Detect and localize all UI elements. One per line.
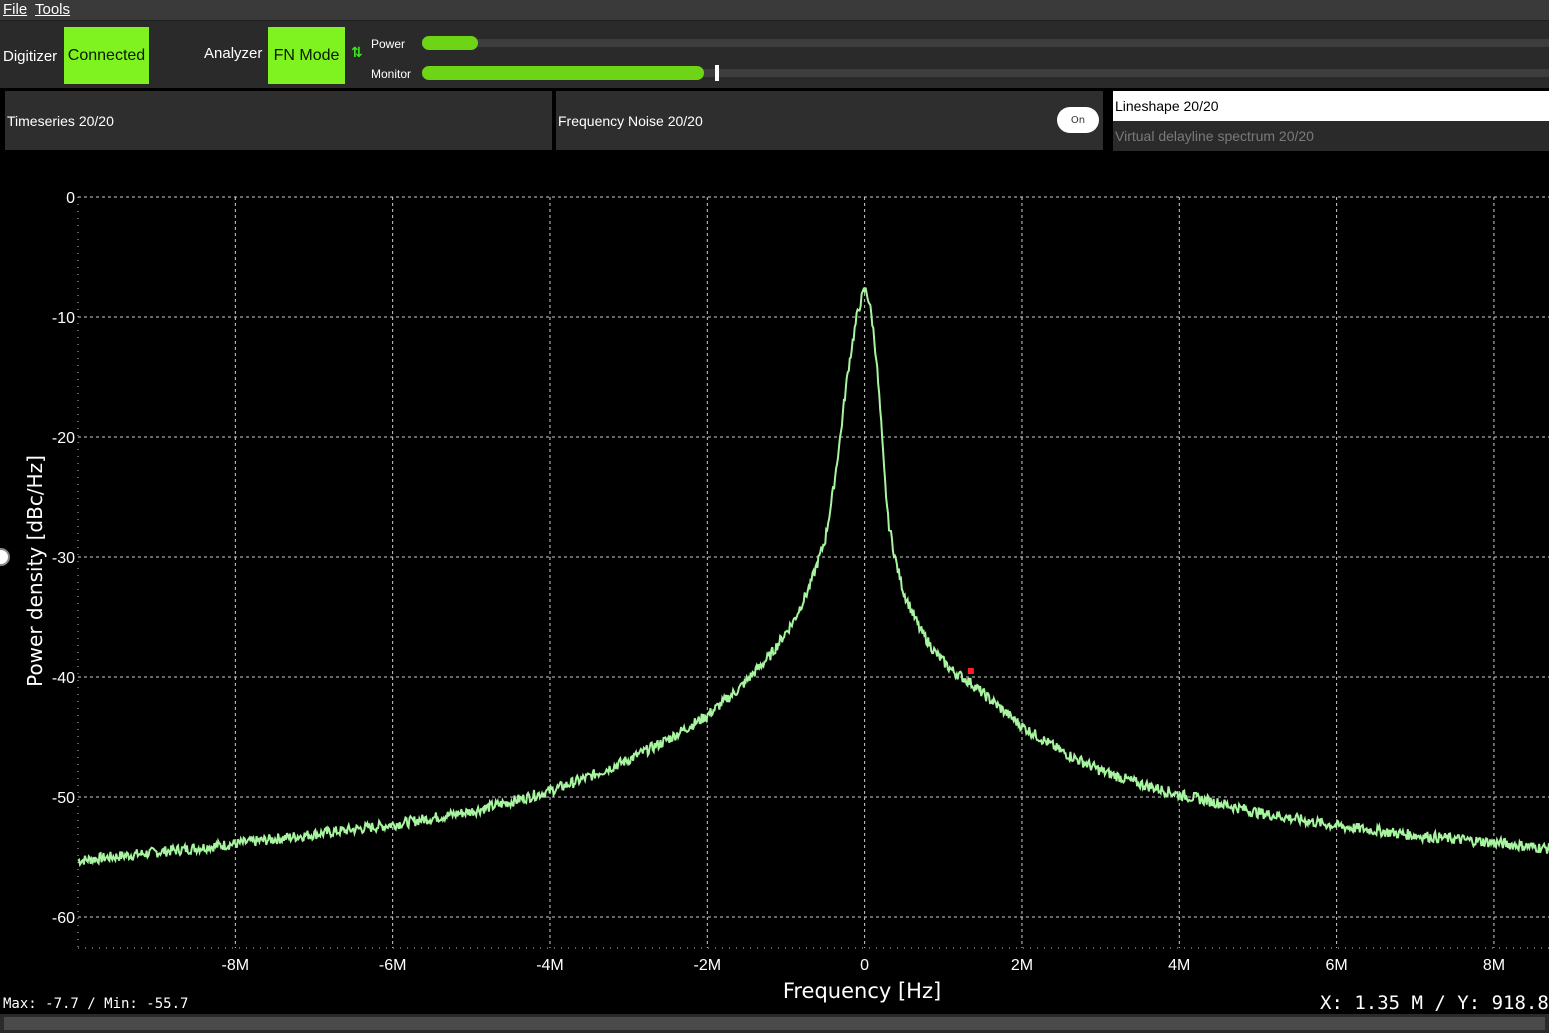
y-tick-label: -40	[52, 670, 75, 687]
lineshape-series-line	[77, 286, 1549, 868]
x-tick-label: 0	[860, 957, 869, 974]
fn-mode-button[interactable]: FN Mode	[268, 27, 345, 84]
toolbar: Digitizer Connected Analyzer FN Mode ⇅ P…	[0, 21, 1549, 88]
swap-arrows-icon[interactable]: ⇅	[351, 45, 363, 61]
lineshape-plot[interactable]: 0 -10 -20 -30 -40 -50 -60 -8M -6M -4M -2M 0 2M 4M 6M 8M…	[0, 156, 1549, 1014]
analyzer-label: Analyzer	[204, 45, 263, 62]
digitizer-label: Digitizer	[3, 48, 58, 65]
power-meter-track	[422, 39, 1549, 47]
y-axis-title: Power density [dBc/Hz]	[23, 455, 47, 687]
cursor-readout: X: 1.35 M / Y: 918.8	[1320, 992, 1549, 1014]
tab-frequency-noise-label: Frequency Noise 20/20	[558, 112, 703, 129]
scrollbar-thumb[interactable]	[4, 1017, 1545, 1030]
x-tick-label: -8M	[222, 957, 250, 974]
monitor-label: Monitor	[371, 67, 412, 81]
menu-file[interactable]: File	[3, 1, 27, 18]
x-tick-label: -2M	[694, 957, 722, 974]
dropdown-selected-lineshape[interactable]: Lineshape 20/20	[1113, 91, 1549, 121]
x-tick-label: 8M	[1483, 957, 1505, 974]
frequency-noise-toggle[interactable]: On	[1057, 107, 1099, 133]
x-tick-label: 2M	[1011, 957, 1033, 974]
y-tick-label: -50	[52, 790, 75, 807]
dropdown-option-delayline[interactable]: Virtual delayline spectrum 20/20	[1113, 121, 1549, 151]
y-tick-label: -60	[52, 910, 75, 927]
tab-timeseries[interactable]: Timeseries 20/20	[5, 91, 552, 150]
cursor-marker	[967, 668, 974, 674]
tab-frequency-noise[interactable]: Frequency Noise 20/20	[556, 91, 1103, 150]
x-axis-title: Frequency [Hz]	[783, 979, 941, 1003]
max-min-readout: Max: -7.7 / Min: -55.7	[3, 996, 189, 1012]
x-tick-label: -6M	[379, 957, 407, 974]
monitor-meter-fill	[422, 66, 704, 80]
power-label: Power	[371, 37, 406, 51]
y-tick-label: -20	[52, 430, 75, 447]
power-meter-fill	[422, 36, 479, 50]
tab-timeseries-label: Timeseries 20/20	[7, 112, 114, 129]
monitor-threshold-handle[interactable]	[714, 65, 719, 81]
x-tick-label: 4M	[1168, 957, 1190, 974]
horizontal-scrollbar[interactable]	[0, 1014, 1549, 1033]
y-tick-label: 0	[66, 190, 75, 207]
x-tick-label: -4M	[536, 957, 564, 974]
x-tick-label: 6M	[1325, 957, 1347, 974]
view-select-dropdown[interactable]: Lineshape 20/20 Virtual delayline spectr…	[1113, 91, 1549, 151]
digitizer-connected-button[interactable]: Connected	[64, 27, 149, 84]
menu-tools[interactable]: Tools	[35, 1, 70, 18]
y-tick-label: -10	[52, 310, 75, 327]
y-tick-label: -30	[52, 550, 75, 567]
menu-bar: File Tools	[0, 0, 1549, 21]
